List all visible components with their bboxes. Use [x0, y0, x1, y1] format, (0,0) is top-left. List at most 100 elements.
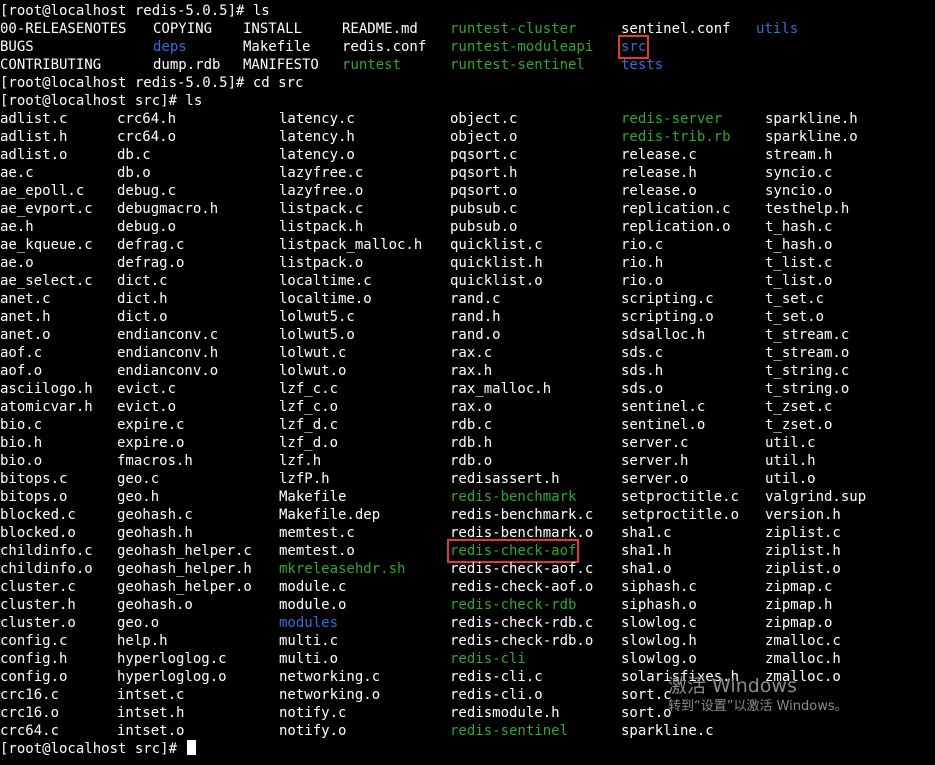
file-entry: childinfo.c: [0, 543, 93, 559]
file-entry: ae.c: [0, 165, 34, 181]
file-entry: defrag.o: [117, 255, 185, 271]
file-entry: anet.o: [0, 327, 51, 343]
terminal-window[interactable]: [root@localhost redis-5.0.5]# ls 00-RELE…: [0, 0, 935, 765]
file-entry: release.c: [621, 147, 697, 163]
file-entry: ae.o: [0, 255, 34, 271]
file-entry: valgrind.sup: [765, 489, 867, 505]
file-entry: zmalloc.c: [765, 633, 841, 649]
file-entry: redis-check-rdb.c: [450, 615, 594, 631]
file-entry: rand.h: [450, 309, 501, 325]
executable-entry: runtest-sentinel: [450, 57, 585, 73]
file-entry: siphash.c: [621, 579, 697, 595]
watermark-subtitle: 转到“设置”以激活 Windows。: [668, 699, 848, 714]
listing-row: blocked.c geohash.c Makefile.dep redis-benc…: [0, 506, 935, 524]
directory-entry: tests: [621, 57, 664, 73]
file-entry: help.h: [117, 633, 168, 649]
file-entry: sparkline.o: [765, 129, 858, 145]
prompt-text: [root@localhost src]#: [0, 741, 186, 757]
file-entry: listpack.o: [279, 255, 364, 271]
active-prompt-line[interactable]: [root@localhost src]#: [0, 740, 197, 758]
file-entry: ae.h: [0, 219, 34, 235]
activation-watermark: 激活 Windows 转到“设置”以激活 Windows。: [668, 674, 848, 716]
executable-entry: redis-trib.rb: [621, 129, 731, 145]
file-entry: rio.c: [621, 237, 664, 253]
file-entry: zipmap.h: [765, 597, 833, 613]
file-entry: dict.o: [117, 309, 168, 325]
file-entry: syncio.c: [765, 165, 833, 181]
file-entry: listpack.c: [279, 201, 364, 217]
file-entry: db.c: [117, 147, 151, 163]
file-entry: notify.c: [279, 705, 347, 721]
file-entry: sentinel.conf: [621, 21, 731, 37]
file-entry: cluster.c: [0, 579, 76, 595]
file-entry: lzf_c.o: [279, 399, 339, 415]
listing-row: config.c help.h multi.c redis-check-rdb.o sl…: [0, 632, 935, 650]
file-entry: adlist.o: [0, 147, 68, 163]
file-entry: sds.o: [621, 381, 664, 397]
file-entry: t_zset.c: [765, 399, 833, 415]
file-entry: crc64.o: [117, 129, 177, 145]
listing-row: childinfo.c geohash_helper.c memtest.o redi…: [0, 539, 935, 563]
executable-entry: runtest-moduleapi: [450, 39, 594, 55]
file-entry: slowlog.c: [621, 615, 697, 631]
listing-row: anet.c dict.h localtime.o rand.c scripting.c…: [0, 290, 935, 308]
file-entry: t_set.c: [765, 291, 825, 307]
file-entry: redis-cli.o: [450, 687, 543, 703]
file-entry: blocked.o: [0, 525, 76, 541]
file-entry: latency.o: [279, 147, 355, 163]
file-entry: memtest.o: [279, 543, 355, 559]
file-entry: bitops.c: [0, 471, 68, 487]
file-entry: ae_kqueue.c: [0, 237, 93, 253]
file-entry: dump.rdb: [153, 57, 221, 73]
file-entry: rax.o: [450, 399, 493, 415]
file-entry: ae_select.c: [0, 273, 93, 289]
listing-row: atomicvar.h evict.o lzf_c.o rax.o sentinel.c…: [0, 398, 935, 416]
file-entry: bio.c: [0, 417, 43, 433]
file-entry: anet.h: [0, 309, 51, 325]
file-entry: crc16.o: [0, 705, 60, 721]
file-entry: redis-benchmark.o: [450, 525, 594, 541]
file-entry: geohash_helper.h: [117, 561, 252, 577]
file-entry: intset.o: [117, 723, 185, 739]
file-entry: replication.c: [621, 201, 731, 217]
file-entry: fmacros.h: [117, 453, 193, 469]
listing-row: bitops.o geo.h Makefile redis-benchmark setp…: [0, 488, 935, 506]
file-entry: geohash_helper.o: [117, 579, 252, 595]
file-entry: dict.c: [117, 273, 168, 289]
executable-entry: redis-server: [621, 111, 723, 127]
file-entry: util.c: [765, 435, 816, 451]
listing-row: cluster.c geohash_helper.o module.c redis-c…: [0, 578, 935, 596]
directory-entry: src: [617, 35, 650, 59]
listing-row: ae_kqueue.c defrag.c listpack_malloc.h quic…: [0, 236, 935, 254]
file-entry: crc64.c: [0, 723, 60, 739]
file-entry: config.h: [0, 651, 68, 667]
file-entry: expire.o: [117, 435, 185, 451]
file-entry: debug.o: [117, 219, 177, 235]
command-line: [root@localhost redis-5.0.5]# ls: [0, 3, 270, 19]
file-entry: config.c: [0, 633, 68, 649]
file-entry: version.h: [765, 507, 841, 523]
file-entry: intset.h: [117, 705, 185, 721]
file-entry: redis.conf: [342, 39, 427, 55]
file-entry: sparkline.c: [621, 723, 714, 739]
file-entry: slowlog.h: [621, 633, 697, 649]
file-entry: debug.c: [117, 183, 177, 199]
listing-row: aof.c endianconv.h lolwut.c rax.c sds.c t_str…: [0, 344, 935, 362]
file-entry: config.o: [0, 669, 68, 685]
file-entry: t_string.o: [765, 381, 850, 397]
executable-entry: runtest: [342, 57, 402, 73]
file-entry: endianconv.h: [117, 345, 219, 361]
executable-entry: redis-sentinel: [450, 723, 569, 739]
file-entry: testhelp.h: [765, 201, 850, 217]
file-entry: sha1.c: [621, 525, 672, 541]
file-entry: atomicvar.h: [0, 399, 93, 415]
file-entry: server.o: [621, 471, 689, 487]
file-entry: rdb.h: [450, 435, 493, 451]
file-entry: hyperloglog.o: [117, 669, 227, 685]
file-entry: siphash.o: [621, 597, 697, 613]
file-entry: lolwut.o: [279, 363, 347, 379]
file-entry: redis-benchmark.c: [450, 507, 594, 523]
file-entry: CONTRIBUTING: [0, 57, 102, 73]
file-entry: sort.c: [621, 687, 672, 703]
file-entry: rand.c: [450, 291, 501, 307]
